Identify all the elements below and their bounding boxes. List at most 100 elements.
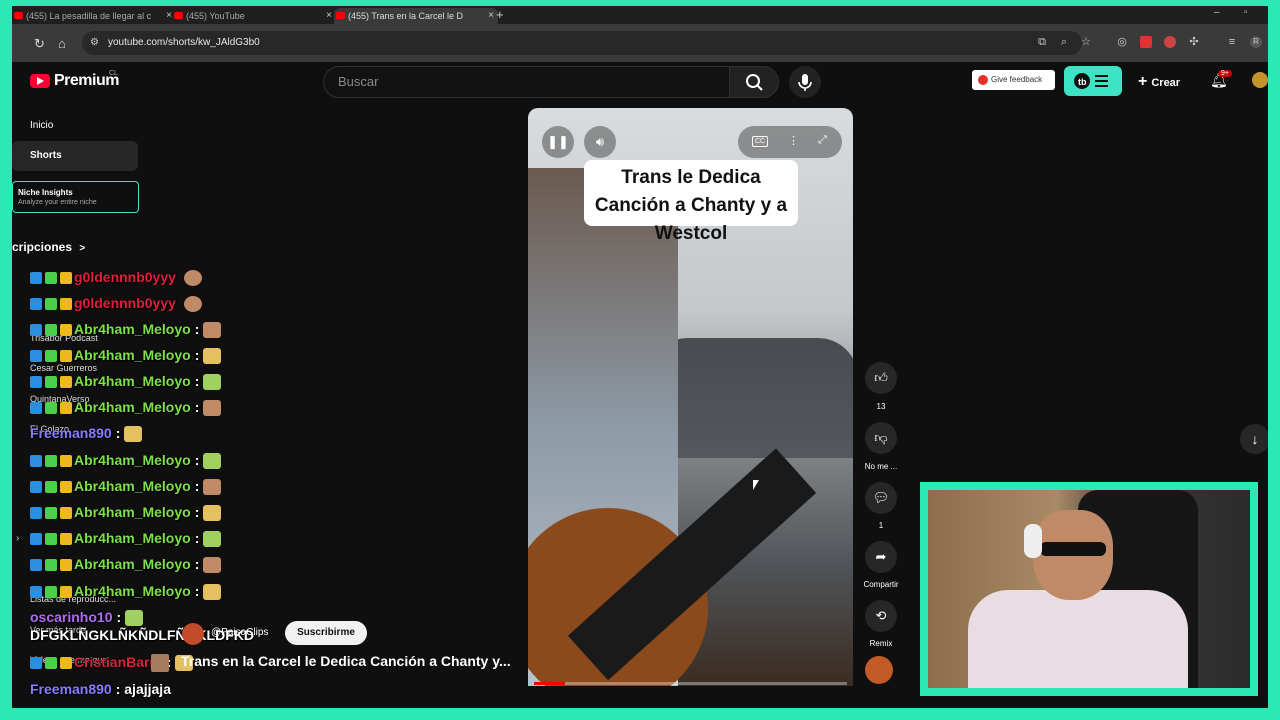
video-title[interactable]: Trans en la Carcel le Dedica Canción a C…	[181, 653, 511, 669]
new-tab-icon[interactable]: +	[496, 7, 504, 22]
chat-emote-icon	[124, 426, 143, 443]
share-label: Compartir	[863, 580, 899, 589]
chat-message: Freeman890:	[30, 425, 143, 443]
webcam-sunglasses	[1040, 542, 1106, 556]
chat-emote-icon	[203, 400, 222, 417]
search-input[interactable]	[336, 73, 720, 90]
chat-message: oscarinho10:	[30, 609, 144, 627]
youtube-favicon-icon	[14, 12, 23, 19]
profile-icon[interactable]: R	[1250, 36, 1262, 48]
next-short-arrow-down-icon[interactable]: ↓	[1240, 424, 1268, 454]
home-icon[interactable]: ⌂	[58, 36, 66, 51]
close-tab-icon[interactable]: ×	[326, 8, 332, 24]
remix-label: Remix	[869, 639, 893, 648]
emote-thumbnail	[151, 654, 169, 672]
chat-emote-icon	[203, 505, 222, 522]
fullscreen-icon[interactable]: ⤢	[818, 134, 827, 147]
restore-icon[interactable]: ▫	[1244, 7, 1248, 18]
like-count: 13	[876, 402, 886, 411]
chat-badges-icon	[30, 454, 74, 468]
chevron-right-icon[interactable]: ›	[16, 533, 19, 544]
bookmark-star-icon[interactable]: ☆	[1080, 36, 1092, 48]
chat-username: Abr4ham_Meloyo	[74, 504, 191, 520]
comments-button[interactable]: 💬︎	[865, 482, 897, 514]
chat-text: :	[194, 321, 200, 337]
chat-username: Freeman890	[30, 681, 112, 697]
video-progress-bar[interactable]	[534, 682, 847, 685]
volume-icon[interactable]: 🔊︎	[584, 126, 616, 158]
webcam-headset	[1024, 524, 1042, 558]
browser-tabbar: (455) La pesadilla de llegar al c × (455…	[12, 6, 1268, 24]
pause-icon[interactable]: ❚❚	[542, 126, 574, 158]
zoom-icon[interactable]: ⌕	[1058, 36, 1070, 48]
chat-emote-icon	[125, 610, 144, 627]
browser-tab[interactable]: (455) La pesadilla de llegar al c ×	[12, 8, 176, 24]
browser-tab[interactable]: (455) YouTube ×	[172, 8, 336, 24]
account-avatar[interactable]	[1252, 72, 1268, 88]
chat-badges-icon	[30, 323, 74, 337]
remix-button[interactable]: ⟲	[865, 600, 897, 632]
create-label: Crear	[1151, 77, 1181, 89]
subscription-item[interactable]: Cesar Guerreros	[30, 363, 97, 373]
chat-badges-icon	[30, 401, 74, 415]
give-feedback-button[interactable]: Give feedback	[972, 70, 1055, 90]
chat-text: :	[116, 609, 122, 625]
chat-emote-icon	[203, 557, 222, 574]
chat-text: :	[194, 347, 200, 363]
youtube-logo-icon[interactable]	[30, 74, 50, 88]
captions-icon[interactable]: CC	[752, 136, 769, 147]
more-options-icon[interactable]: ⋮	[788, 134, 799, 147]
chevron-right-icon: >	[79, 243, 86, 254]
browser-tab-active[interactable]: (455) Trans en la Carcel le D ×	[334, 8, 498, 24]
extension-icon[interactable]	[1164, 36, 1176, 48]
chat-username: Abr4ham_Meloyo	[74, 478, 191, 494]
reading-list-icon[interactable]: ≡	[1226, 36, 1238, 48]
extension-icon[interactable]: ◎	[1116, 36, 1128, 48]
youtube-favicon-icon	[336, 12, 345, 19]
video-frame-crowd	[648, 338, 853, 458]
search-button[interactable]	[729, 66, 779, 98]
channel-avatar-small[interactable]	[182, 623, 204, 645]
chat-username: Freeman890	[30, 425, 112, 441]
niche-insights-card[interactable]: Niche Insights Analyze your entire niche	[12, 181, 139, 213]
extensions-puzzle-icon[interactable]: ✣	[1188, 36, 1200, 48]
video-caption: Trans le Dedica Canción a Chanty y a Wes…	[584, 160, 798, 244]
tubebuddy-button[interactable]: tb	[1064, 66, 1122, 96]
chat-username: Abr4ham_Meloyo	[74, 373, 191, 389]
channel-avatar[interactable]	[865, 656, 893, 684]
share-button[interactable]: ➦	[865, 541, 897, 573]
search-box[interactable]	[323, 66, 731, 98]
like-button[interactable]: 👍︎	[865, 362, 897, 394]
chat-username: g0ldennnb0yyy	[74, 295, 176, 311]
plus-icon: +	[1138, 73, 1148, 90]
site-info-icon[interactable]: ⚙	[90, 37, 99, 48]
dislike-button[interactable]: 👎︎	[865, 422, 897, 454]
browser-toolbar: ↻ ⌂ ⚙ youtube.com/shorts/kw_JAldG3b0 ⧉ ⌕…	[12, 24, 1268, 62]
extension-icon[interactable]	[1140, 36, 1152, 48]
minimize-icon[interactable]: –	[1214, 7, 1220, 18]
reload-icon[interactable]: ↻	[34, 36, 45, 52]
svg-text:tb: tb	[1078, 77, 1087, 87]
sidebar-item-inicio[interactable]: Inicio	[12, 111, 138, 141]
sidebar-item-label: Inicio	[30, 120, 54, 131]
close-tab-icon[interactable]: ×	[488, 8, 494, 24]
chat-badges-icon	[30, 656, 74, 670]
install-icon[interactable]: ⧉	[1036, 36, 1048, 48]
chat-emote-icon	[203, 348, 222, 365]
sidebar-item-shorts[interactable]: Shorts	[12, 141, 138, 171]
address-bar[interactable]: ⚙ youtube.com/shorts/kw_JAldG3b0	[82, 31, 1082, 55]
chat-badges-icon	[30, 271, 74, 285]
chat-emote-icon	[203, 584, 222, 601]
chat-username: Abr4ham_Meloyo	[74, 452, 191, 468]
voice-search-button[interactable]	[789, 66, 821, 98]
chat-emote-icon	[203, 322, 222, 339]
subscribe-button[interactable]: Suscribirme	[285, 621, 367, 645]
subscriptions-header[interactable]: cripciones >	[12, 240, 85, 254]
youtube-favicon-icon	[174, 12, 183, 19]
create-button[interactable]: + Crear	[1138, 73, 1180, 91]
shorts-video-player[interactable]: Trans le Dedica Canción a Chanty y a Wes…	[528, 108, 853, 686]
chat-message: Freeman890: ajajjaja	[30, 681, 171, 697]
feedback-icon	[978, 74, 988, 85]
search-icon	[746, 74, 763, 91]
channel-name[interactable]: @PaisaClips	[211, 627, 268, 638]
